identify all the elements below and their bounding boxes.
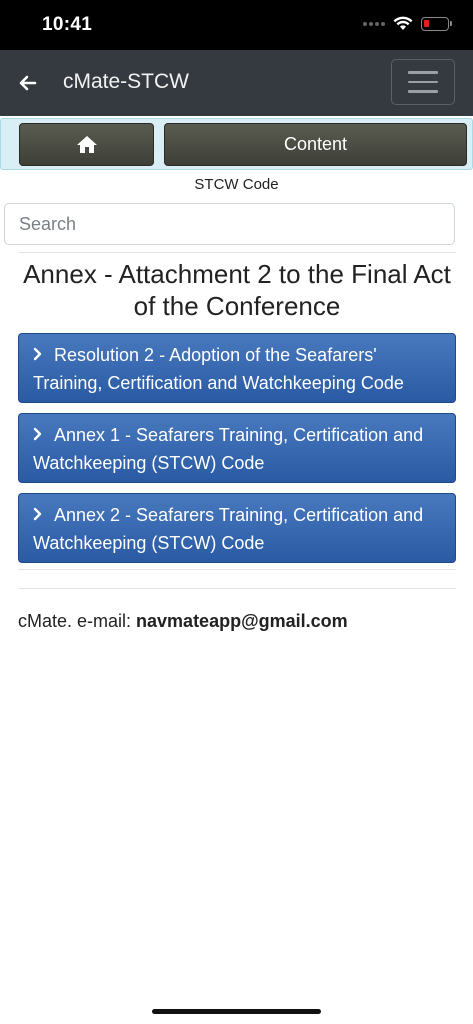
list-item-annex-2[interactable]: Annex 2 - Seafarers Training, Certificat… (18, 493, 456, 563)
navbar: cMate-STCW (0, 50, 473, 116)
cellular-signal-icon (363, 21, 385, 26)
chevron-right-icon (33, 507, 42, 521)
page-title: Annex - Attachment 2 to the Final Act of… (23, 259, 451, 321)
search-input[interactable] (4, 203, 455, 245)
list-item-resolution-2[interactable]: Resolution 2 - Adoption of the Seafarers… (18, 333, 456, 403)
list-item-label: Resolution 2 - Adoption of the Seafarers… (33, 345, 404, 393)
wifi-icon (393, 16, 413, 30)
footer-prefix: cMate. e-mail: (18, 611, 137, 631)
content-button[interactable]: Content (164, 123, 467, 166)
footer-contact: cMate. e-mail: navmateapp@gmail.com (18, 611, 348, 632)
content-list: Resolution 2 - Adoption of the Seafarers… (18, 333, 456, 573)
back-arrow-icon[interactable] (14, 70, 40, 96)
list-item-annex-1[interactable]: Annex 1 - Seafarers Training, Certificat… (18, 413, 456, 483)
status-icons (363, 16, 452, 31)
toolbar: Content (0, 118, 473, 170)
footer-email-link[interactable]: navmateapp@gmail.com (136, 611, 348, 631)
chevron-right-icon (33, 347, 42, 361)
divider (18, 588, 456, 589)
home-button[interactable] (19, 123, 154, 166)
battery-icon (421, 16, 452, 31)
hamburger-menu-button[interactable] (391, 59, 455, 105)
list-item-label: Annex 2 - Seafarers Training, Certificat… (33, 505, 424, 553)
divider (18, 569, 456, 570)
status-bar: 10:41 (0, 0, 473, 50)
chevron-right-icon (33, 427, 42, 441)
list-item-label: Annex 1 - Seafarers Training, Certificat… (33, 425, 424, 473)
divider (18, 252, 456, 253)
section-subtitle: STCW Code (194, 176, 279, 193)
status-time: 10:41 (42, 14, 93, 35)
app-title: cMate-STCW (63, 70, 189, 93)
home-indicator[interactable] (152, 1009, 321, 1014)
home-icon (76, 136, 97, 153)
